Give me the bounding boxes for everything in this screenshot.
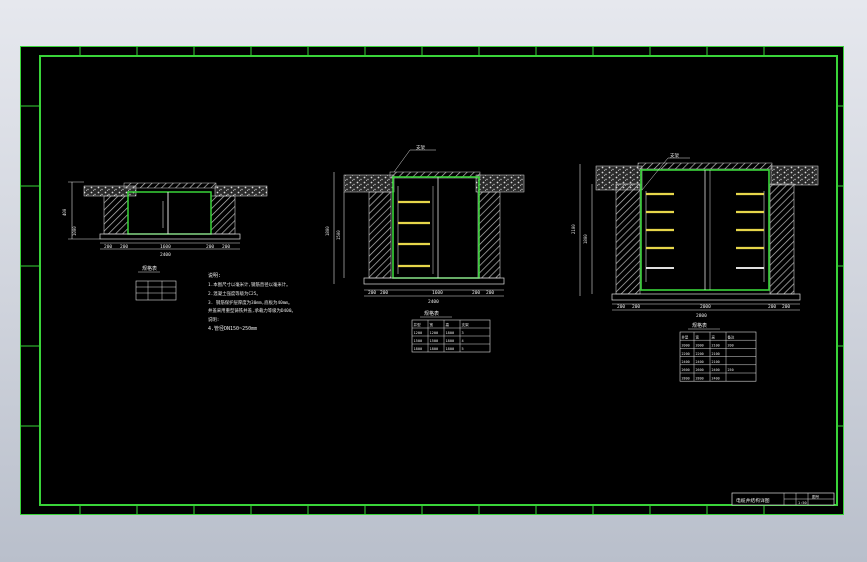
table-cell: 高 [446,322,450,327]
left-dim-v1: 400 [62,208,67,216]
notes-line-6: 4.管径DN150~250mm [208,325,257,332]
right-dim-3: 2000 [700,304,711,310]
left-dim-1: 200 [104,244,112,250]
table-cell: 1200 [414,331,423,335]
table-cell: 2100 [712,360,720,364]
notes-title: 说明: [208,272,221,279]
table-cell: 2000 [696,344,704,348]
table-cell: 2000 [682,344,690,348]
table-cell: 1500 [414,339,423,343]
right-section-drawing: 支架 [579,152,819,311]
mid-dim-3: 1600 [432,290,443,296]
mid-dim-2: 200 [380,290,388,296]
mid-dim-5: 200 [486,290,494,296]
left-table-title: 规格表 [142,265,157,272]
outer-frame [20,46,844,515]
table-cell: 2400 [682,360,690,364]
table-cell: 宽 [430,322,434,327]
title-block: 电缆井结构详图 1:50 图号 [731,492,835,506]
table-cell: 宽 [696,334,700,339]
left-bottom-dimensions: 200 200 1600 200 200 2400 400 1000 [62,208,230,258]
notes-line-5: 说明: [208,316,219,323]
middle-section-drawing: 支架 [333,144,525,297]
middle-table-title: 规格表 [424,310,439,317]
table-cell: 井型 [682,334,689,339]
table-cell: 1800 [446,331,455,335]
table-cell: 2100 [712,352,720,356]
notes-block: 说明: 1.本图尺寸以毫米计,钢筋直径以毫米计。 2.混凝土强度等级为C25。 … [208,272,296,332]
title-block-scale: 1:50 [798,501,807,505]
mid-dim-total: 2400 [428,299,439,305]
right-dim-2: 200 [632,304,640,310]
table-cell: 5 [462,347,464,351]
table-cell: 1500 [430,339,439,343]
left-section-drawing [68,181,268,250]
right-dim-5: 200 [782,304,790,310]
table-cell: 4 [462,339,464,343]
right-dim-total: 2800 [696,313,707,319]
table-cell: 2400 [712,376,720,380]
table-cell: 2600 [682,368,690,372]
mid-dim-4: 200 [472,290,480,296]
middle-cable-trays [398,200,430,268]
right-spec-table: 规格表 井型 宽 高 备注 2000 2000 2100 200 2200 2200 2100 240… [679,322,757,382]
table-cell: 200 [728,344,734,348]
inner-frame [39,55,838,506]
table-cell: 1200 [430,331,439,335]
left-dim-total: 2400 [160,252,171,258]
table-cell: 250 [728,368,734,372]
table-cell: 2600 [696,368,704,372]
table-cell: 2800 [696,376,704,380]
cad-drawing-canvas: 200 200 1600 200 200 2400 400 1000 规格表 说… [20,46,844,515]
table-cell: 1800 [430,347,439,351]
middle-callout-label: 支架 [416,144,425,151]
right-dim-v2: 1800 [583,234,588,244]
table-cell: 2200 [696,352,704,356]
table-cell: 2100 [712,344,720,348]
table-cell: 2200 [682,352,690,356]
table-cell: 3 [462,331,464,335]
left-spec-table: 规格表 [135,265,177,301]
left-dim-v2: 1000 [72,226,77,236]
right-dim-v1: 2100 [571,224,576,234]
left-dim-5: 200 [222,244,230,250]
right-table-title: 规格表 [692,322,707,329]
right-table-grid: 井型 宽 高 备注 2000 2000 2100 200 2200 2200 2100 2400 240… [679,331,757,382]
table-cell: 1800 [446,339,455,343]
table-cell: 备注 [728,334,735,339]
table-cell: 1800 [446,347,455,351]
frame-ticks [21,47,843,514]
left-dim-4: 200 [206,244,214,250]
left-dim-3: 1600 [160,244,171,250]
notes-line-4: 井盖采用重型铸铁井盖,承载力等级为D400。 [208,307,296,314]
table-cell: 2800 [682,376,690,380]
table-cell: 支架 [462,322,470,327]
title-block-name: 电缆井结构详图 [736,497,770,504]
middle-spec-table: 规格表 井型 宽 高 支架 1200 1200 1800 3 1500 1500 1800 4 1800… [411,310,491,353]
right-callout-label: 支架 [670,152,679,159]
middle-table-grid: 井型 宽 高 支架 1200 1200 1800 3 1500 1500 1800 4 1800 1800… [411,319,491,353]
notes-line-3: 3. 钢筋保护层厚度为30mm,底板为40mm。 [208,299,292,306]
title-block-sheet: 图号 [812,494,820,499]
mid-dim-v2: 1500 [336,230,341,240]
left-dim-2: 200 [120,244,128,250]
table-cell: 高 [712,334,716,339]
right-dim-1: 200 [617,304,625,310]
right-dim-4: 200 [768,304,776,310]
table-cell: 1800 [414,347,423,351]
table-cell: 井型 [414,322,422,327]
table-cell: 2400 [712,368,720,372]
mid-dim-v1: 1800 [325,226,330,236]
table-cell: 2400 [696,360,704,364]
mid-dim-1: 200 [368,290,376,296]
notes-line-1: 1.本图尺寸以毫米计,钢筋直径以毫米计。 [208,281,291,288]
right-bottom-dimensions: 200 200 2000 200 200 2800 2100 1800 [571,224,790,319]
notes-line-2: 2.混凝土强度等级为C25。 [208,290,261,297]
cad-viewport[interactable]: 200 200 1600 200 200 2400 400 1000 规格表 说… [20,46,844,515]
